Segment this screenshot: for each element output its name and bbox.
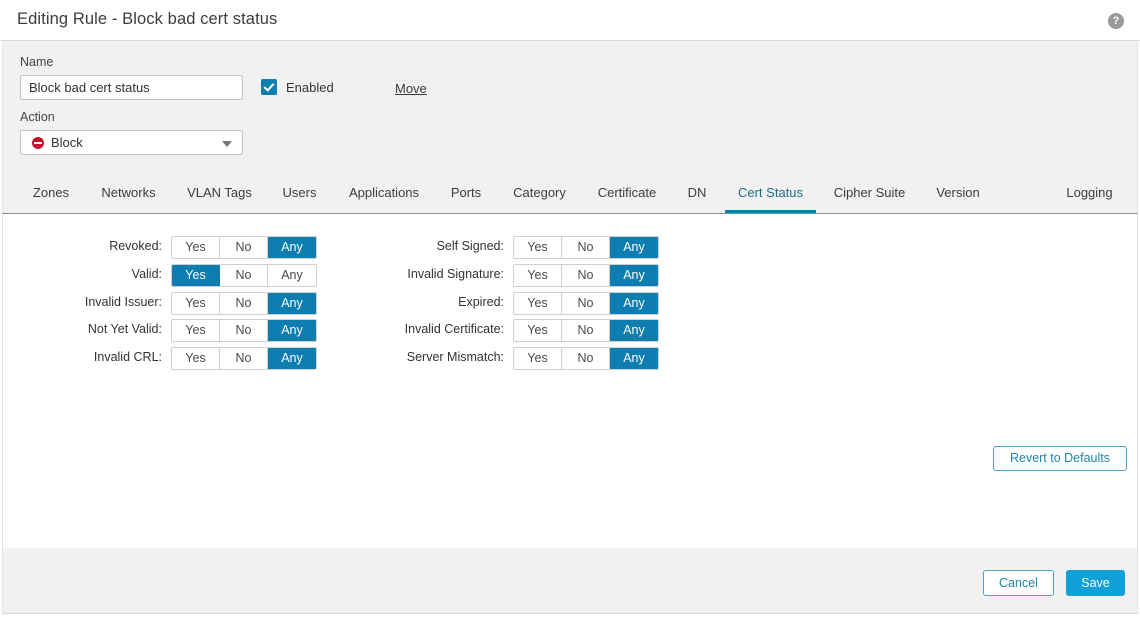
- cert-status-row-label: Expired:: [458, 294, 504, 309]
- segment-no-button[interactable]: No: [562, 237, 610, 258]
- segment-any-button[interactable]: Any: [610, 264, 658, 286]
- segment-no-button[interactable]: No: [562, 292, 610, 314]
- yes-no-any-toggle: Yes No Any: [171, 236, 317, 259]
- segment-any-button[interactable]: Any: [268, 348, 316, 370]
- name-label: Name: [20, 55, 54, 69]
- tab-dn[interactable]: DN: [680, 172, 714, 213]
- tab-applications[interactable]: Applications: [340, 172, 428, 213]
- cert-status-row-label: Not Yet Valid:: [87, 322, 162, 337]
- segment-any-button[interactable]: Any: [610, 320, 658, 342]
- segment-yes-button[interactable]: Yes: [514, 264, 562, 286]
- enabled-checkbox[interactable]: Enabled: [261, 79, 334, 95]
- action-dropdown[interactable]: Block: [20, 130, 243, 155]
- cert-status-row-label: Valid:: [131, 266, 162, 281]
- tab-version[interactable]: Version: [928, 172, 988, 213]
- segment-any-button[interactable]: Any: [610, 292, 658, 314]
- segment-no-button[interactable]: No: [562, 320, 610, 342]
- segment-any-button[interactable]: Any: [610, 348, 658, 370]
- cert-status-row-label: Invalid Signature:: [407, 266, 504, 281]
- yes-no-any-toggle: Yes No Any: [513, 263, 659, 287]
- yes-no-any-toggle: Yes No Any: [513, 291, 659, 315]
- revert-to-defaults-button[interactable]: Revert to Defaults: [993, 446, 1127, 471]
- page-title: Editing Rule - Block bad cert status: [17, 10, 278, 28]
- tab-cert-status[interactable]: Cert Status: [725, 172, 816, 213]
- cancel-button[interactable]: Cancel: [983, 570, 1054, 596]
- yes-no-any-toggle: Yes No Any: [513, 319, 659, 343]
- segment-any-button[interactable]: Any: [268, 320, 316, 342]
- yes-no-any-toggle: Yes No Any: [171, 347, 317, 371]
- cert-status-panel: Revoked: Yes No Any Valid: Yes No Any Invalid Is…: [2, 214, 1138, 548]
- tab-vlan-tags[interactable]: VLAN Tags: [180, 172, 259, 213]
- dialog-titlebar: Editing Rule - Block bad cert status ?: [0, 0, 1140, 41]
- dialog-footer: Cancel Save: [2, 548, 1138, 614]
- segment-yes-button[interactable]: Yes: [172, 264, 220, 286]
- tab-zones[interactable]: Zones: [27, 172, 75, 213]
- help-icon[interactable]: ?: [1108, 13, 1124, 29]
- tab-ports[interactable]: Ports: [444, 172, 488, 213]
- chevron-down-icon: [222, 141, 232, 147]
- segment-no-button[interactable]: No: [562, 348, 610, 370]
- tab-cipher-suite[interactable]: Cipher Suite: [825, 172, 914, 213]
- segment-yes-button[interactable]: Yes: [172, 292, 220, 314]
- cert-status-row-label: Server Mismatch:: [406, 350, 504, 365]
- segment-no-button[interactable]: No: [220, 264, 268, 286]
- action-selected-value: Block: [51, 135, 83, 150]
- move-link[interactable]: Move: [395, 81, 427, 96]
- segment-yes-button[interactable]: Yes: [172, 348, 220, 370]
- cert-status-row-label: Invalid Issuer:: [84, 294, 162, 309]
- segment-any-button[interactable]: Any: [610, 237, 658, 258]
- tab-users[interactable]: Users: [276, 172, 323, 213]
- segment-yes-button[interactable]: Yes: [514, 320, 562, 342]
- segment-yes-button[interactable]: Yes: [172, 320, 220, 342]
- cert-status-row-label: Invalid Certificate:: [404, 322, 504, 337]
- save-button[interactable]: Save: [1066, 570, 1125, 596]
- rule-name-input[interactable]: [20, 75, 243, 100]
- segment-no-button[interactable]: No: [562, 264, 610, 286]
- yes-no-any-toggle: Yes No Any: [513, 347, 659, 371]
- tab-category[interactable]: Category: [504, 172, 575, 213]
- segment-no-button[interactable]: No: [220, 348, 268, 370]
- cert-status-row-label: Self Signed:: [436, 239, 504, 253]
- cert-status-row-label: Revoked:: [109, 239, 162, 253]
- segment-yes-button[interactable]: Yes: [172, 237, 220, 258]
- yes-no-any-toggle: Yes No Any: [513, 236, 659, 259]
- editing-rule-dialog: Editing Rule - Block bad cert status ? N…: [0, 0, 1140, 617]
- segment-yes-button[interactable]: Yes: [514, 348, 562, 370]
- yes-no-any-toggle: Yes No Any: [171, 263, 317, 287]
- segment-yes-button[interactable]: Yes: [514, 292, 562, 314]
- action-label: Action: [20, 110, 55, 124]
- segment-any-button[interactable]: Any: [268, 264, 316, 286]
- segment-no-button[interactable]: No: [220, 320, 268, 342]
- yes-no-any-toggle: Yes No Any: [171, 319, 317, 343]
- checkbox-check-icon: [261, 79, 277, 95]
- rule-condition-tabs: Zones Networks VLAN Tags Users Applications P…: [2, 172, 1138, 214]
- segment-no-button[interactable]: No: [220, 292, 268, 314]
- enabled-label: Enabled: [286, 79, 334, 95]
- segment-yes-button[interactable]: Yes: [514, 237, 562, 258]
- cert-status-row-label: Invalid CRL:: [93, 350, 162, 365]
- tab-logging[interactable]: Logging: [1057, 172, 1122, 213]
- yes-no-any-toggle: Yes No Any: [171, 291, 317, 315]
- segment-any-button[interactable]: Any: [268, 292, 316, 314]
- segment-any-button[interactable]: Any: [268, 237, 316, 258]
- rule-header-panel: Name Enabled Move Action Block: [2, 41, 1138, 172]
- tab-certificate[interactable]: Certificate: [589, 172, 665, 213]
- deny-circle-icon: [32, 137, 44, 149]
- tab-networks[interactable]: Networks: [95, 172, 162, 213]
- segment-no-button[interactable]: No: [220, 237, 268, 258]
